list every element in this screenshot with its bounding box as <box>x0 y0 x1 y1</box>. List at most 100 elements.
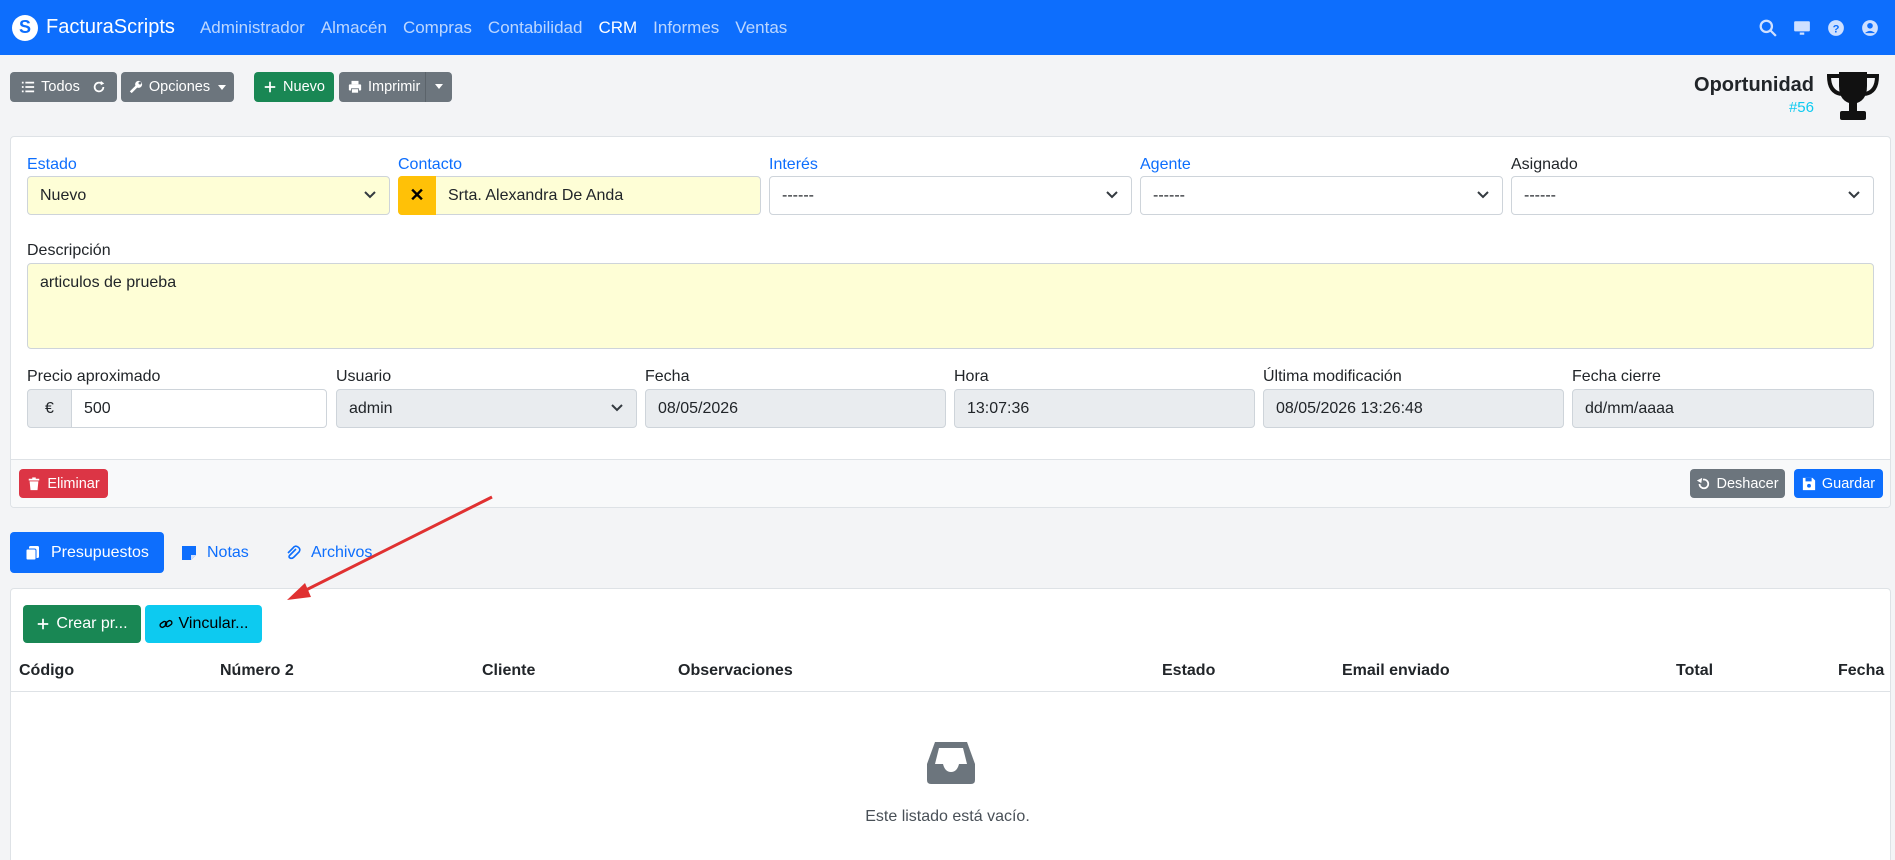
refresh-icon[interactable] <box>92 80 106 94</box>
undo-label: Deshacer <box>1716 475 1779 492</box>
trophy-icon <box>1826 72 1880 120</box>
inbox-icon <box>927 742 975 784</box>
fecha-label: Fecha <box>645 368 690 385</box>
tab-notas-label: Notas <box>207 543 249 561</box>
paperclip-icon <box>287 544 301 559</box>
tab-archivos-label: Archivos <box>311 543 373 561</box>
undo-button[interactable]: Deshacer <box>1690 469 1785 498</box>
descripcion-label: Descripción <box>27 242 111 259</box>
tab-presupuestos[interactable]: Presupuestos <box>10 532 164 573</box>
all-list-button[interactable]: Todos <box>10 72 117 102</box>
hora-label: Hora <box>954 368 989 385</box>
chevron-down-icon <box>364 191 376 199</box>
agente-select[interactable]: ------ <box>1140 176 1503 215</box>
save-label: Guardar <box>1821 475 1876 492</box>
cierre-input[interactable]: dd/mm/aaaa <box>1572 389 1874 428</box>
ultima-input[interactable]: 08/05/2026 13:26:48 <box>1263 389 1564 428</box>
cierre-label: Fecha cierre <box>1572 368 1661 385</box>
precio-label: Precio aproximado <box>27 368 161 385</box>
contacto-value: Srta. Alexandra De Anda <box>448 186 624 204</box>
new-label: Nuevo <box>283 79 325 95</box>
asignado-select[interactable]: ------ <box>1511 176 1874 215</box>
monitor-icon[interactable] <box>1793 19 1811 37</box>
column-header-cliente[interactable]: Cliente <box>482 662 535 680</box>
print-dropdown-icon[interactable] <box>435 84 443 89</box>
delete-button[interactable]: Eliminar <box>19 469 108 498</box>
column-header-codigo[interactable]: Código <box>19 662 74 680</box>
chevron-down-icon <box>1106 191 1118 199</box>
svg-text:?: ? <box>1833 23 1840 35</box>
tab-archivos[interactable]: Archivos <box>270 532 387 573</box>
page-title: Oportunidad <box>1694 74 1814 96</box>
interes-value: ------ <box>782 186 814 204</box>
interes-select[interactable]: ------ <box>769 176 1132 215</box>
print-label: Imprimir <box>368 79 421 95</box>
usuario-select[interactable]: admin <box>336 389 637 428</box>
cierre-value: dd/mm/aaaa <box>1585 399 1674 417</box>
brand-logo-icon: S <box>12 14 38 41</box>
link-label: Vincular... <box>178 615 249 632</box>
ultima-value: 08/05/2026 13:26:48 <box>1276 399 1423 417</box>
descripcion-textarea[interactable]: articulos de prueba <box>27 263 1874 349</box>
trash-icon <box>29 476 40 490</box>
link-icon <box>158 619 173 629</box>
contacto-field[interactable]: Srta. Alexandra De Anda <box>398 176 761 215</box>
top-navbar: S FacturaScripts Administrador Almacén C… <box>0 0 1895 55</box>
menu-item-ventas[interactable]: Ventas <box>735 18 787 38</box>
usuario-label: Usuario <box>336 368 392 385</box>
column-header-numero2[interactable]: Número 2 <box>220 662 294 680</box>
menu-item-compras[interactable]: Compras <box>403 18 472 38</box>
menu-item-contabilidad[interactable]: Contabilidad <box>488 18 583 38</box>
main-menu: Administrador Almacén Compras Contabilid… <box>200 18 803 38</box>
create-presupuesto-button[interactable]: Crear pr... <box>23 605 141 643</box>
column-header-estado[interactable]: Estado <box>1162 662 1215 680</box>
clear-contact-button[interactable]: ✕ <box>398 176 436 215</box>
menu-item-administrador[interactable]: Administrador <box>200 18 305 38</box>
new-button[interactable]: Nuevo <box>254 72 334 102</box>
undo-icon <box>1697 477 1710 489</box>
save-icon <box>1802 477 1816 490</box>
tab-notas[interactable]: Notas <box>166 532 264 573</box>
menu-item-informes[interactable]: Informes <box>653 18 719 38</box>
precio-value: 500 <box>84 399 111 417</box>
list-icon <box>22 81 35 93</box>
menu-item-almacen[interactable]: Almacén <box>321 18 387 38</box>
column-header-fecha[interactable]: Fecha <box>1838 662 1884 680</box>
user-icon[interactable] <box>1861 19 1879 37</box>
tab-presupuestos-label: Presupuestos <box>51 543 149 561</box>
plus-icon <box>38 618 49 630</box>
interes-label: Interés <box>769 156 818 173</box>
printer-icon <box>348 80 362 94</box>
descripcion-value: articulos de prueba <box>40 274 177 291</box>
column-header-email-enviado[interactable]: Email enviado <box>1342 662 1450 680</box>
menu-item-crm[interactable]: CRM <box>598 18 637 38</box>
agente-label: Agente <box>1140 156 1191 173</box>
brand[interactable]: S FacturaScripts <box>12 14 175 41</box>
table-header-divider <box>10 691 1891 692</box>
column-header-observaciones[interactable]: Observaciones <box>678 662 793 680</box>
create-presupuesto-label: Crear pr... <box>56 615 128 632</box>
contacto-label: Contacto <box>398 156 463 173</box>
help-icon[interactable]: ? <box>1827 19 1845 37</box>
column-header-total[interactable]: Total <box>1676 662 1713 680</box>
precio-input[interactable]: 500 <box>71 389 327 428</box>
delete-label: Eliminar <box>47 475 100 492</box>
plus-icon <box>264 81 276 93</box>
close-icon: ✕ <box>409 185 425 205</box>
save-button[interactable]: Guardar <box>1794 469 1883 498</box>
agente-value: ------ <box>1153 186 1185 204</box>
hora-input[interactable]: 13:07:36 <box>954 389 1255 428</box>
copy-icon <box>25 545 39 560</box>
hora-value: 13:07:36 <box>967 399 1030 417</box>
split-divider <box>425 72 426 102</box>
chevron-down-icon <box>1848 191 1860 199</box>
search-icon[interactable] <box>1759 19 1777 37</box>
chevron-down-icon <box>218 84 227 90</box>
fecha-input[interactable]: 08/05/2026 <box>645 389 946 428</box>
estado-select[interactable]: Nuevo <box>27 176 390 215</box>
currency-addon: € <box>27 389 72 428</box>
wrench-icon <box>129 80 142 94</box>
print-button[interactable]: Imprimir <box>339 72 452 102</box>
options-button[interactable]: Opciones <box>121 72 234 102</box>
link-button[interactable]: Vincular... <box>145 605 262 643</box>
